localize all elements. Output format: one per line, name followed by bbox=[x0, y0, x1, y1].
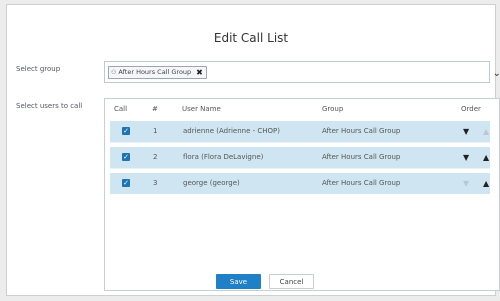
row-number: 1 bbox=[153, 127, 158, 135]
user-name: flora (Flora DeLavigne) bbox=[183, 153, 264, 161]
column-header-call: Call bbox=[114, 105, 128, 113]
cancel-button[interactable]: Cancel bbox=[269, 274, 314, 289]
row-divider bbox=[110, 142, 490, 143]
group-icon: ⚇ bbox=[111, 69, 117, 76]
row-number: 3 bbox=[153, 179, 158, 187]
group-chip[interactable]: ⚇ After Hours Call Group ✖ bbox=[108, 66, 207, 79]
group-name: After Hours Call Group bbox=[322, 179, 401, 187]
select-users-label: Select users to call bbox=[16, 102, 83, 110]
move-down-icon[interactable]: ▼ bbox=[463, 179, 469, 188]
call-checkbox[interactable]: ✓ bbox=[122, 127, 130, 135]
move-up-icon[interactable]: ▲ bbox=[483, 153, 489, 162]
table-row[interactable]: ✓ 3 george (george) After Hours Call Gro… bbox=[110, 173, 490, 194]
call-checkbox[interactable]: ✓ bbox=[122, 179, 130, 187]
users-table: Call # User Name Group Order ✓ 1 adrienn… bbox=[104, 98, 500, 291]
select-group-label: Select group bbox=[16, 65, 61, 73]
table-row[interactable]: ✓ 1 adrienne (Adrienne - CHOP) After Hou… bbox=[110, 121, 490, 142]
row-divider bbox=[110, 168, 490, 169]
move-up-icon[interactable]: ▲ bbox=[483, 127, 489, 136]
row-number: 2 bbox=[153, 153, 158, 161]
save-button[interactable]: Save bbox=[216, 274, 261, 289]
dialog-title: Edit Call List bbox=[213, 31, 289, 45]
column-header-group: Group bbox=[322, 105, 344, 113]
remove-chip-icon[interactable]: ✖ bbox=[196, 67, 203, 78]
chevron-down-icon[interactable]: ⌄ bbox=[493, 68, 500, 79]
group-name: After Hours Call Group bbox=[322, 153, 401, 161]
move-down-icon[interactable]: ▼ bbox=[463, 153, 469, 162]
group-name: After Hours Call Group bbox=[322, 127, 401, 135]
group-chip-label: After Hours Call Group bbox=[118, 68, 192, 76]
column-header-number: # bbox=[152, 105, 158, 113]
edit-call-list-dialog: Edit Call List Select group ⚇ After Hour… bbox=[6, 4, 500, 296]
user-name: adrienne (Adrienne - CHOP) bbox=[183, 127, 281, 135]
column-header-order: Order bbox=[461, 105, 481, 113]
group-select[interactable]: ⚇ After Hours Call Group ✖ ⌄ bbox=[104, 61, 500, 83]
table-row[interactable]: ✓ 2 flora (Flora DeLavigne) After Hours … bbox=[110, 147, 490, 168]
user-name: george (george) bbox=[183, 179, 240, 187]
call-checkbox[interactable]: ✓ bbox=[122, 153, 130, 161]
move-down-icon[interactable]: ▼ bbox=[463, 127, 469, 136]
column-header-user-name: User Name bbox=[182, 105, 221, 113]
move-up-icon[interactable]: ▲ bbox=[483, 179, 489, 188]
